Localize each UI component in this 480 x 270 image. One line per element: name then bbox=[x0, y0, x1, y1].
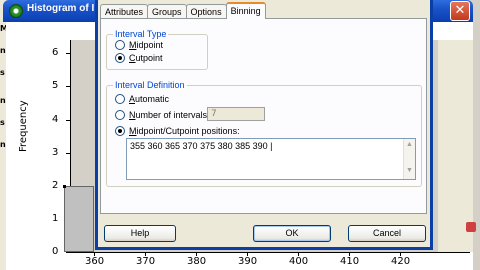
tab-strip: Attributes Groups Options Binning bbox=[100, 2, 266, 19]
automatic-radio[interactable] bbox=[115, 94, 125, 104]
x-tick-label: 420 bbox=[391, 256, 411, 267]
number-of-intervals-radio-row[interactable]: Number of intervals: bbox=[115, 110, 210, 120]
y-tick bbox=[66, 252, 70, 253]
x-tick-label: 360 bbox=[85, 256, 105, 267]
x-tick-label: 370 bbox=[136, 256, 156, 267]
tab-options[interactable]: Options bbox=[185, 4, 227, 19]
histogram-bar bbox=[63, 185, 94, 252]
marker-icon bbox=[466, 222, 476, 232]
y-tick-label: 5 bbox=[52, 80, 59, 92]
automatic-label: Automatic bbox=[129, 94, 170, 104]
y-tick-label: 0 bbox=[52, 246, 59, 257]
app-icon bbox=[9, 4, 23, 18]
y-tick bbox=[66, 53, 70, 55]
x-tick-label: 410 bbox=[340, 256, 360, 267]
side-panel bbox=[438, 40, 473, 252]
positions-radio[interactable] bbox=[115, 126, 125, 136]
x-axis-line bbox=[70, 252, 470, 253]
tab-attributes[interactable]: Attributes bbox=[100, 4, 149, 19]
interval-definition-legend: Interval Definition bbox=[113, 80, 187, 90]
cancel-button[interactable]: Cancel bbox=[348, 225, 426, 242]
x-tick-label: 390 bbox=[238, 256, 258, 267]
number-of-intervals-input[interactable]: 7 bbox=[207, 107, 265, 121]
histogram-window-title: Histogram of I bbox=[27, 3, 95, 14]
close-icon[interactable]: ✕ bbox=[450, 1, 470, 21]
y-tick-label: 6 bbox=[52, 47, 59, 59]
x-tick-label: 400 bbox=[289, 256, 309, 267]
number-of-intervals-radio[interactable] bbox=[115, 110, 125, 120]
positions-input[interactable]: 355 360 365 370 375 380 385 390 | ▲ ▼ bbox=[126, 138, 416, 180]
interval-type-legend: Interval Type bbox=[113, 29, 169, 39]
cutpoint-radio[interactable] bbox=[115, 53, 125, 63]
y-tick bbox=[66, 119, 70, 121]
positions-label: Midpoint/Cutpoint positions: bbox=[129, 126, 240, 136]
cutpoint-radio-row[interactable]: Cutpoint bbox=[115, 53, 163, 63]
positions-scrollbar[interactable]: ▲ ▼ bbox=[403, 139, 415, 179]
tab-groups[interactable]: Groups bbox=[147, 4, 187, 19]
positions-value: 355 360 365 370 375 380 385 390 | bbox=[130, 141, 273, 151]
cutpoint-label: Cutpoint bbox=[129, 53, 163, 63]
y-tick-label: 2 bbox=[52, 179, 59, 191]
help-button[interactable]: Help bbox=[104, 225, 176, 242]
x-tick-label: 380 bbox=[187, 256, 207, 267]
y-tick bbox=[66, 152, 70, 154]
scroll-down-icon[interactable]: ▼ bbox=[406, 167, 413, 174]
midpoint-radio-row[interactable]: Midpoint bbox=[115, 40, 163, 50]
automatic-radio-row[interactable]: Automatic bbox=[115, 94, 169, 104]
number-of-intervals-label: Number of intervals: bbox=[129, 110, 210, 120]
bar-selection-marker bbox=[62, 184, 66, 188]
y-tick-label: 3 bbox=[52, 146, 59, 158]
scroll-up-icon[interactable]: ▲ bbox=[406, 141, 413, 148]
positions-radio-row[interactable]: Midpoint/Cutpoint positions: bbox=[115, 126, 240, 136]
y-tick bbox=[66, 86, 70, 88]
midpoint-radio[interactable] bbox=[115, 40, 125, 50]
y-tick-label: 4 bbox=[52, 113, 59, 125]
tab-binning[interactable]: Binning bbox=[225, 2, 266, 19]
midpoint-label: Midpoint bbox=[129, 40, 164, 50]
y-tick-label: 1 bbox=[52, 212, 59, 224]
y-axis-label: Frequency bbox=[18, 100, 29, 152]
ok-button[interactable]: OK bbox=[253, 225, 331, 242]
